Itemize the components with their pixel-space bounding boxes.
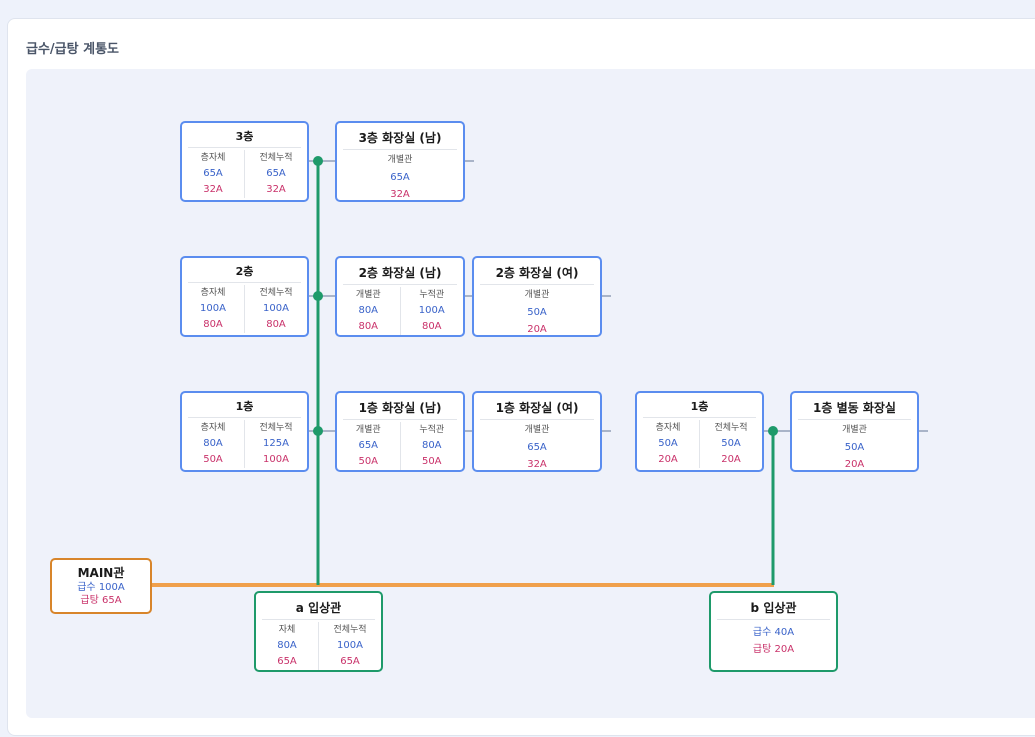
supply-value: 급수 40A	[752, 627, 795, 638]
room-node-annex-1f[interactable]: 1층 별동 화장실 개별관 50A 20A	[790, 391, 919, 472]
riser-b-node[interactable]: b 입상관 급수 40A 급탕 20A	[709, 591, 838, 672]
room-node-3f-male[interactable]: 3층 화장실 (남) 개별관 65A 32A	[335, 121, 465, 202]
supply-value: 100A	[200, 303, 226, 314]
node-title: 3층 화장실 (남)	[343, 129, 457, 150]
node-title: 1층 화장실 (여)	[480, 399, 594, 420]
col-label: 누적관	[419, 290, 445, 300]
supply-value: 50A	[658, 438, 678, 449]
room-node-2f-female[interactable]: 2층 화장실 (여) 개별관 50A 20A	[472, 256, 602, 337]
node-title: 1층	[188, 398, 301, 418]
col-label: 개별관	[387, 155, 413, 165]
node-title: b 입상관	[717, 599, 830, 620]
supply-value: 50A	[844, 442, 865, 453]
col-label: 층자체	[655, 423, 681, 433]
supply-value: 100A	[337, 640, 363, 651]
supply-value: 50A	[527, 307, 547, 318]
hot-value: 32A	[266, 184, 286, 195]
hot-value: 50A	[203, 454, 223, 465]
room-node-2f-male[interactable]: 2층 화장실 (남) 개별관 80A 80A 누적관 100A 80A	[335, 256, 465, 337]
node-title: 2층 화장실 (여)	[480, 264, 594, 285]
floor-node-1f[interactable]: 1층 층자체 80A 50A 전체누적 125A 100A	[180, 391, 309, 472]
node-title: 1층	[643, 398, 756, 418]
hot-value: 100A	[263, 454, 289, 465]
room-node-1f-female[interactable]: 1층 화장실 (여) 개별관 65A 32A	[472, 391, 602, 472]
supply-value: 50A	[721, 438, 741, 449]
hot-value: 80A	[266, 319, 286, 330]
col-label: 전체누적	[714, 423, 748, 433]
supply-value: 65A	[266, 168, 286, 179]
supply-value: 80A	[277, 640, 297, 651]
pipe-lines	[152, 156, 928, 587]
col-label: 층자체	[200, 423, 226, 433]
col-label: 전체누적	[259, 423, 293, 433]
supply-value: 65A	[527, 442, 547, 453]
hot-value: 급탕 20A	[752, 644, 795, 655]
supply-value: 80A	[421, 440, 442, 451]
hot-value: 65A	[340, 656, 360, 667]
col-label: 개별관	[524, 290, 550, 300]
riser-a-node[interactable]: a 입상관 자체 80A 65A 전체누적 100A 65A	[254, 591, 383, 672]
hot-value: 20A	[658, 454, 678, 465]
floor-node-annex-1f[interactable]: 1층 층자체 50A 20A 전체누적 50A 20A	[635, 391, 764, 472]
junction-dot	[313, 291, 323, 301]
node-title: MAIN관	[77, 566, 125, 580]
floor-node-3f[interactable]: 3층 층자체 65A 32A 전체누적 65A 32A	[180, 121, 309, 202]
supply-value: 80A	[358, 305, 379, 316]
supply-value: 65A	[203, 168, 223, 179]
col-label: 누적관	[419, 425, 445, 435]
junction-dot	[313, 426, 323, 436]
col-label: 전체누적	[259, 288, 293, 298]
hot-value: 20A	[721, 454, 741, 465]
node-title: 3층	[188, 128, 301, 148]
supply-value: 65A	[390, 172, 410, 183]
floor-node-2f[interactable]: 2층 층자체 100A 80A 전체누적 100A 80A	[180, 256, 309, 337]
node-title: 1층 화장실 (남)	[343, 399, 457, 420]
hot-value: 32A	[203, 184, 223, 195]
node-title: 2층	[188, 263, 301, 283]
node-title: a 입상관	[262, 599, 375, 620]
supply-value: 급수 100A	[77, 582, 125, 593]
hot-value: 80A	[358, 321, 379, 332]
main-node[interactable]: MAIN관 급수 100A 급탕 65A	[50, 558, 152, 614]
hot-value: 급탕 65A	[80, 595, 122, 606]
hot-value: 32A	[390, 189, 410, 200]
hot-value: 80A	[421, 321, 442, 332]
junction-dot	[313, 156, 323, 166]
junction-dot	[768, 426, 778, 436]
hot-value: 20A	[527, 324, 547, 335]
col-label: 층자체	[200, 288, 226, 298]
col-label: 개별관	[524, 425, 550, 435]
hot-value: 20A	[844, 459, 865, 470]
col-label: 층자체	[200, 153, 226, 163]
col-label: 전체누적	[333, 625, 367, 635]
hot-value: 50A	[421, 456, 442, 467]
col-label: 개별관	[355, 290, 381, 300]
hot-value: 32A	[527, 459, 547, 470]
supply-value: 100A	[263, 303, 289, 314]
room-node-1f-male[interactable]: 1층 화장실 (남) 개별관 65A 50A 누적관 80A 50A	[335, 391, 465, 472]
hot-value: 80A	[203, 319, 223, 330]
col-label: 개별관	[842, 425, 867, 435]
supply-value: 65A	[358, 440, 379, 451]
supply-value: 80A	[203, 438, 223, 449]
node-title: 2층 화장실 (남)	[343, 264, 457, 285]
supply-value: 125A	[263, 438, 289, 449]
hot-value: 50A	[358, 456, 379, 467]
supply-value: 100A	[418, 305, 445, 316]
node-title: 1층 별동 화장실	[798, 399, 911, 420]
hot-value: 65A	[277, 656, 297, 667]
col-label: 개별관	[355, 425, 381, 435]
col-label: 전체누적	[259, 153, 293, 163]
col-label: 자체	[278, 625, 296, 635]
